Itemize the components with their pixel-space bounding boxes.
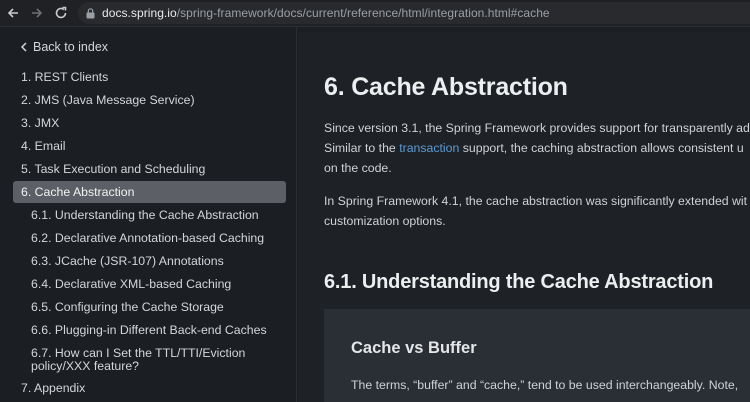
toc-item-cache-abstraction[interactable]: 6. Cache Abstraction <box>13 181 286 203</box>
toc-item-jmx[interactable]: 3. JMX <box>21 116 59 131</box>
toc-sidebar: Back to index 1. REST Clients 2. JMS (Ja… <box>0 27 297 402</box>
toc-item-rest-clients[interactable]: 1. REST Clients <box>21 70 108 85</box>
toc-item-6-6[interactable]: 6.6. Plugging-in Different Back-end Cach… <box>31 323 267 338</box>
browser-toolbar: docs.spring.io/spring-framework/docs/cur… <box>0 0 750 27</box>
lock-icon <box>86 7 96 19</box>
toc-item-appendix[interactable]: 7. Appendix <box>21 381 85 396</box>
toc-item-jms[interactable]: 2. JMS (Java Message Service) <box>21 93 195 108</box>
toc-item-email[interactable]: 4. Email <box>21 139 65 154</box>
page-title: 6. Cache Abstraction <box>324 73 568 101</box>
address-bar[interactable]: docs.spring.io/spring-framework/docs/cur… <box>78 2 750 24</box>
toc-item-6-1[interactable]: 6.1. Understanding the Cache Abstraction <box>31 208 259 223</box>
main-content: 6. Cache Abstraction Since version 3.1, … <box>298 27 750 402</box>
toc-item-6-2[interactable]: 6.2. Declarative Annotation-based Cachin… <box>31 231 264 246</box>
forward-arrow-icon[interactable] <box>27 3 47 23</box>
toc-item-6-3[interactable]: 6.3. JCache (JSR-107) Annotations <box>31 254 224 269</box>
toc-item-task-execution[interactable]: 5. Task Execution and Scheduling <box>21 162 205 177</box>
intro-paragraph-line2: Similar to the transaction support, the … <box>324 141 744 155</box>
cache-vs-buffer-block: Cache vs Buffer The terms, “buffer” and … <box>324 309 750 402</box>
transaction-link[interactable]: transaction <box>399 141 459 155</box>
toc-item-6-5[interactable]: 6.5. Configuring the Cache Storage <box>31 300 224 315</box>
second-paragraph-line1: In Spring Framework 4.1, the cache abstr… <box>324 194 748 208</box>
intro-paragraph-line3: on the code. <box>324 161 392 175</box>
second-paragraph-line2: customization options. <box>324 214 446 228</box>
toc-item-6-7[interactable]: 6.7. How can I Set the TTL/TTI/Eviction … <box>31 347 271 373</box>
chevron-left-icon <box>20 41 29 53</box>
reload-icon[interactable] <box>51 3 71 23</box>
back-to-index-link[interactable]: Back to index <box>20 40 108 54</box>
block-paragraph: The terms, “buffer” and “cache,” tend to… <box>351 378 739 392</box>
toc-item-6-4[interactable]: 6.4. Declarative XML-based Caching <box>31 277 231 292</box>
intro-paragraph-line1: Since version 3.1, the Spring Framework … <box>324 121 750 135</box>
block-title: Cache vs Buffer <box>351 339 477 357</box>
back-to-index-label: Back to index <box>33 40 109 54</box>
section-title: 6.1. Understanding the Cache Abstraction <box>324 271 714 293</box>
back-arrow-icon[interactable] <box>3 3 23 23</box>
url-text: docs.spring.io/spring-framework/docs/cur… <box>102 6 550 20</box>
